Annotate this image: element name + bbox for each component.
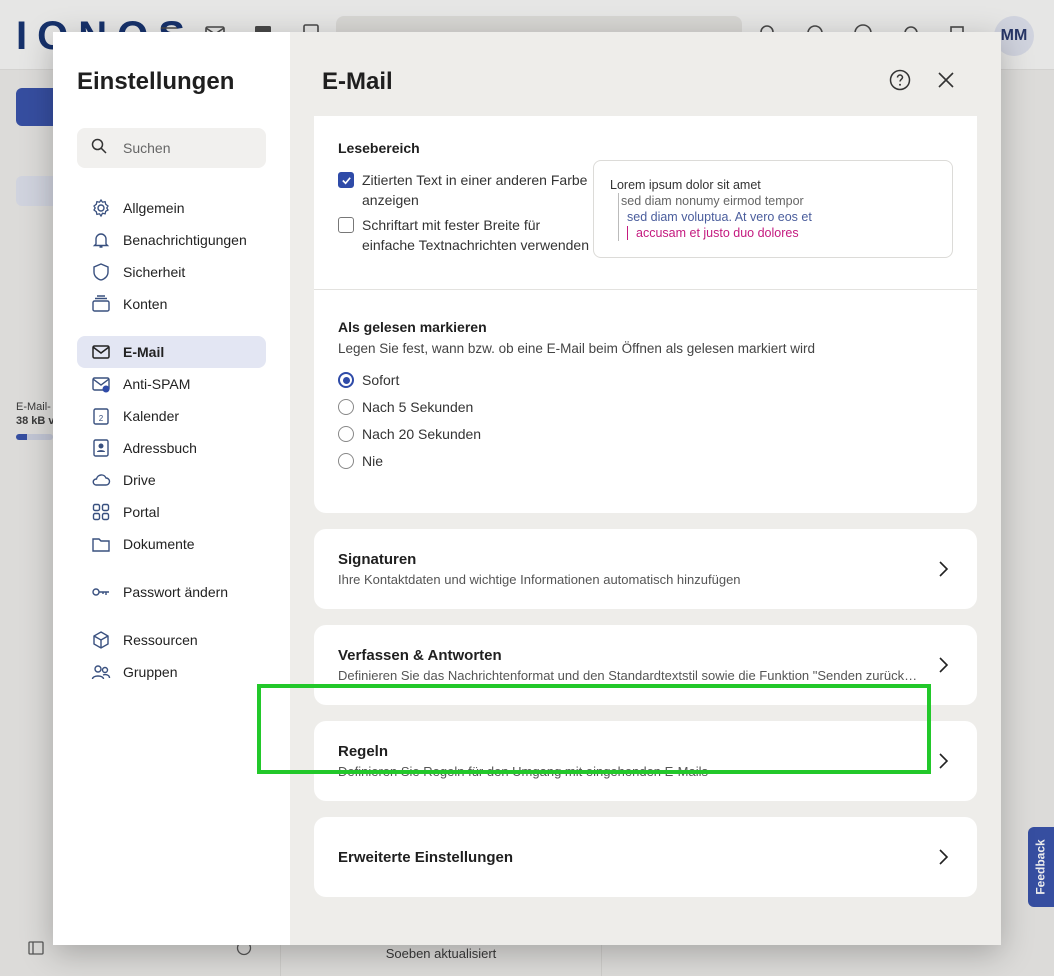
nav-item-sicherheit[interactable]: Sicherheit	[77, 256, 266, 288]
nav-item-dokumente[interactable]: Dokumente	[77, 528, 266, 560]
reading-pane-title: Lesebereich	[338, 140, 420, 156]
cube-icon	[91, 630, 111, 650]
search-input[interactable]	[123, 140, 253, 156]
close-icon	[934, 72, 958, 96]
chevron-right-icon	[939, 657, 949, 673]
help-button[interactable]	[888, 68, 912, 92]
signatures-card[interactable]: Signaturen Ihre Kontaktdaten und wichtig…	[314, 529, 977, 609]
radio-button[interactable]	[338, 426, 354, 442]
mail-icon	[91, 342, 111, 362]
fixed-width-option[interactable]: Schriftart mit fester Breite für einfach…	[338, 215, 589, 255]
addressbook-icon	[91, 438, 111, 458]
settings-content: E-Mail Lesebereich Zitierten Text in ein…	[290, 32, 1001, 945]
key-icon	[91, 582, 111, 602]
fixed-width-checkbox[interactable]	[338, 217, 354, 233]
nav-item-kalender[interactable]: 2 Kalender	[77, 400, 266, 432]
calendar-icon: 2	[91, 406, 111, 426]
nav-item-antispam[interactable]: Anti-SPAM	[77, 368, 266, 400]
chevron-right-icon	[939, 561, 949, 577]
radio-20-seconds[interactable]: Nach 20 Sekunden	[338, 426, 481, 442]
mark-read-description: Legen Sie fest, wann bzw. ob eine E-Mail…	[338, 341, 815, 356]
radio-button[interactable]	[338, 399, 354, 415]
nav-item-benachrichtigungen[interactable]: Benachrichtigungen	[77, 224, 266, 256]
chevron-right-icon	[939, 849, 949, 865]
nav-item-passwort[interactable]: Passwort ändern	[77, 576, 266, 608]
advanced-settings-card[interactable]: Erweiterte Einstellungen	[314, 817, 977, 897]
settings-title: Einstellungen	[77, 68, 235, 95]
divider	[314, 289, 977, 290]
chevron-right-icon	[939, 753, 949, 769]
nav-item-gruppen[interactable]: Gruppen	[77, 656, 266, 688]
radio-button[interactable]	[338, 372, 354, 388]
settings-search[interactable]	[77, 128, 266, 168]
search-icon	[91, 138, 107, 159]
bell-icon	[91, 230, 111, 250]
nav-item-email[interactable]: E-Mail	[77, 336, 266, 368]
question-icon	[888, 69, 912, 96]
radio-sofort[interactable]: Sofort	[338, 372, 399, 388]
nav-item-allgemein[interactable]: Allgemein	[77, 192, 266, 224]
shield-icon	[91, 262, 111, 282]
group-icon	[91, 662, 111, 682]
grid-icon	[91, 502, 111, 522]
nav-item-adressbuch[interactable]: Adressbuch	[77, 432, 266, 464]
fixed-width-label: Schriftart mit fester Breite für einfach…	[362, 217, 590, 253]
page-title: E-Mail	[322, 68, 393, 95]
radio-never[interactable]: Nie	[338, 453, 383, 469]
email-settings-card: Lesebereich Zitierten Text in einer ande…	[314, 116, 977, 513]
antispam-icon	[91, 374, 111, 394]
nav-item-portal[interactable]: Portal	[77, 496, 266, 528]
settings-nav: Einstellungen Allgemein Benachrichtigung…	[53, 32, 290, 945]
nav-item-drive[interactable]: Drive	[77, 464, 266, 496]
cloud-icon	[91, 470, 111, 490]
radio-5-seconds[interactable]: Nach 5 Sekunden	[338, 399, 473, 415]
folder-icon	[91, 534, 111, 554]
mark-read-title: Als gelesen markieren	[338, 319, 487, 335]
quote-color-label: Zitierten Text in einer anderen Farbe an…	[362, 172, 588, 208]
nav-item-ressourcen[interactable]: Ressourcen	[77, 624, 266, 656]
settings-dialog: Einstellungen Allgemein Benachrichtigung…	[53, 32, 1001, 945]
rules-highlight-frame	[257, 684, 931, 774]
quote-preview: Lorem ipsum dolor sit amet sed diam nonu…	[593, 160, 953, 258]
svg-text:2: 2	[99, 414, 104, 423]
quote-color-checkbox[interactable]	[338, 172, 354, 188]
gear-icon	[91, 198, 111, 218]
nav-item-konten[interactable]: Konten	[77, 288, 266, 320]
radio-button[interactable]	[338, 453, 354, 469]
accounts-icon	[91, 294, 111, 314]
close-button[interactable]	[934, 68, 958, 92]
quote-color-option[interactable]: Zitierten Text in einer anderen Farbe an…	[338, 170, 587, 210]
